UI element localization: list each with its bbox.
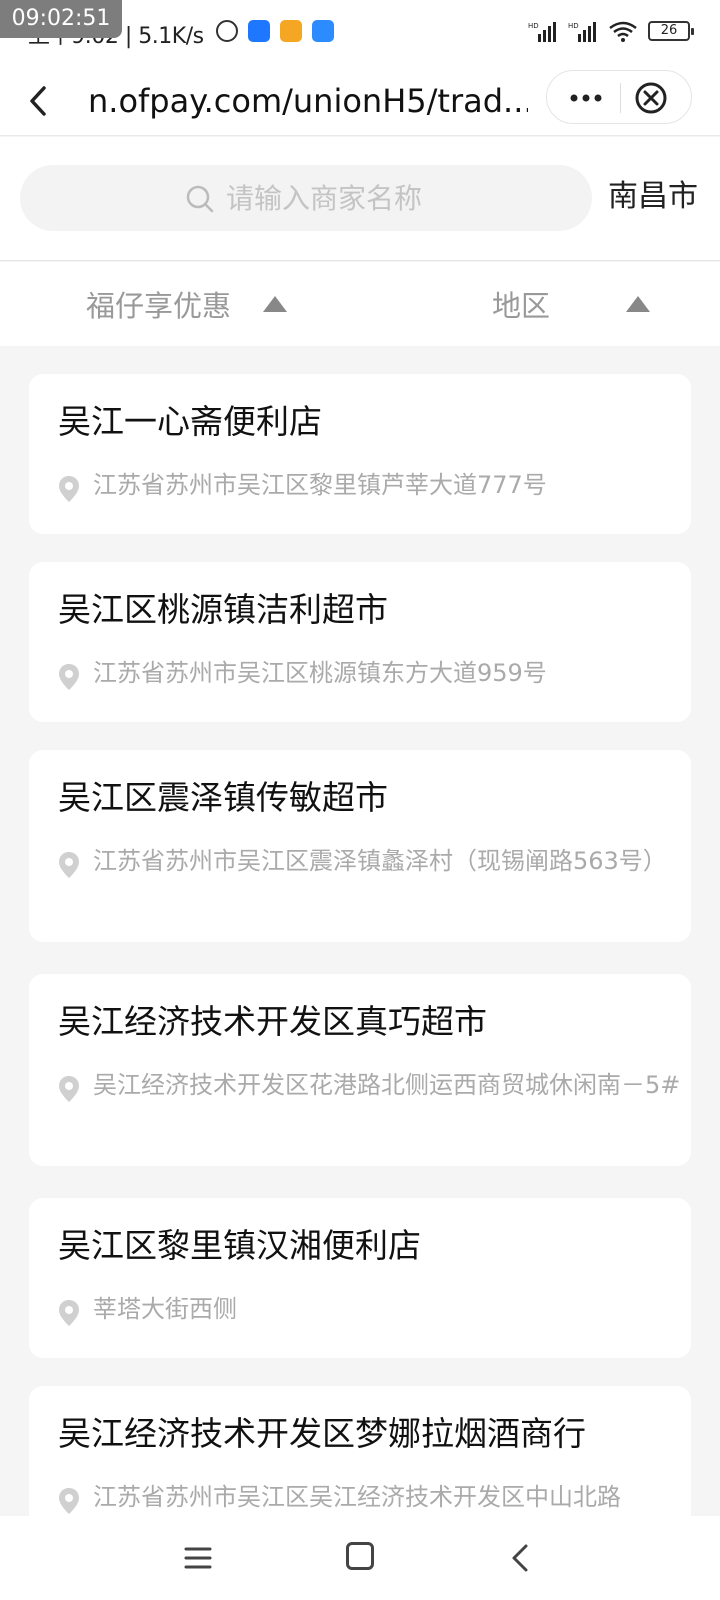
store-address: 吴江经济技术开发区花港路北侧运西商贸城休闲南－5# (93, 1071, 681, 1099)
recent-apps-icon[interactable] (184, 1544, 212, 1572)
triangle-up-icon (626, 296, 651, 312)
filter-label: 福仔享优惠 (86, 289, 232, 323)
store-list: 吴江一心斋便利店 江苏省苏州市吴江区黎里镇芦莘大道777号 吴江区桃源镇洁利超市… (0, 346, 720, 1516)
location-pin-icon (59, 1300, 79, 1326)
location-pin-icon (59, 664, 79, 690)
app-notification-icon (248, 20, 270, 42)
store-address: 江苏省苏州市吴江区黎里镇芦莘大道777号 (93, 471, 547, 499)
home-icon[interactable] (346, 1542, 374, 1570)
store-name: 吴江一心斋便利店 (58, 402, 322, 441)
filter-bar: 福仔享优惠 地区 (0, 262, 720, 346)
back-arrow-icon[interactable] (18, 78, 58, 124)
city-selector[interactable]: 南昌市 (608, 175, 704, 219)
svg-text:HD: HD (568, 22, 579, 30)
location-pin-icon (59, 852, 79, 878)
store-card[interactable]: 吴江区桃源镇洁利超市 江苏省苏州市吴江区桃源镇东方大道959号 (29, 562, 691, 722)
miniapp-capsule (546, 70, 692, 124)
filter-discount[interactable]: 福仔享优惠 (86, 280, 288, 328)
alarm-icon (216, 20, 238, 42)
svg-text:HD: HD (528, 22, 539, 30)
store-address: 江苏省苏州市吴江区桃源镇东方大道959号 (93, 659, 547, 687)
search-input[interactable] (226, 176, 566, 220)
location-pin-icon (59, 1488, 79, 1514)
page-url: n.ofpay.com/unionH5/trad... (88, 82, 528, 120)
store-address: 江苏省苏州市吴江区震泽镇蠡泽村（现锡阐路563号） (93, 847, 667, 875)
capsule-divider (620, 83, 621, 113)
triangle-up-icon (263, 296, 288, 312)
filter-region[interactable]: 地区 (492, 280, 651, 328)
location-pin-icon (59, 476, 79, 502)
store-card[interactable]: 吴江经济技术开发区梦娜拉烟酒商行 江苏省苏州市吴江区吴江经济技术开发区中山北路 (29, 1386, 691, 1516)
battery-icon: 26 (648, 21, 694, 41)
search-icon (186, 185, 214, 213)
search-box[interactable] (20, 165, 592, 231)
status-app-icons (216, 20, 334, 42)
search-area: 南昌市 (0, 137, 720, 261)
status-bar: 上午9:02 | 5.1K/s HD HD 26 09:02:51 (0, 0, 720, 66)
more-options-icon[interactable] (561, 83, 611, 113)
store-name: 吴江区黎里镇汉湘便利店 (58, 1226, 421, 1265)
store-name: 吴江经济技术开发区梦娜拉烟酒商行 (58, 1414, 586, 1453)
store-card[interactable]: 吴江区震泽镇传敏超市 江苏省苏州市吴江区震泽镇蠡泽村（现锡阐路563号） (29, 750, 691, 942)
signal-icon: HD (528, 22, 556, 42)
wifi-icon (609, 21, 637, 42)
status-right-icons: HD HD 26 (528, 20, 694, 42)
store-card[interactable]: 吴江经济技术开发区真巧超市 吴江经济技术开发区花港路北侧运西商贸城休闲南－5# (29, 974, 691, 1166)
app-notification-icon (280, 20, 302, 42)
store-name: 吴江区震泽镇传敏超市 (58, 778, 388, 817)
signal-icon: HD (568, 22, 596, 42)
store-name: 吴江区桃源镇洁利超市 (58, 590, 388, 629)
store-address: 江苏省苏州市吴江区吴江经济技术开发区中山北路 (93, 1483, 621, 1511)
filter-label: 地区 (492, 289, 551, 323)
store-name: 吴江经济技术开发区真巧超市 (58, 1002, 487, 1041)
store-card[interactable]: 吴江区黎里镇汉湘便利店 莘塔大街西侧 (29, 1198, 691, 1358)
store-address: 莘塔大街西侧 (93, 1295, 237, 1323)
screen-time-overlay: 09:02:51 (0, 0, 122, 38)
browser-nav-bar: n.ofpay.com/unionH5/trad... (0, 66, 720, 136)
store-card[interactable]: 吴江一心斋便利店 江苏省苏州市吴江区黎里镇芦莘大道777号 (29, 374, 691, 534)
close-icon[interactable] (633, 80, 669, 116)
location-pin-icon (59, 1076, 79, 1102)
system-nav-bar (0, 1516, 720, 1600)
system-back-icon[interactable] (506, 1542, 534, 1574)
app-notification-icon (312, 20, 334, 42)
